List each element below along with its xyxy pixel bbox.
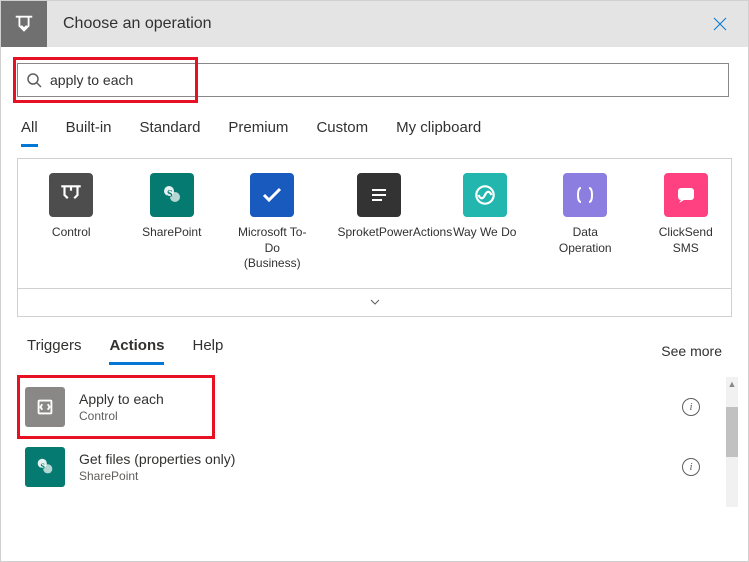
connector-label: Data Operation (550, 225, 621, 256)
dataoperation-icon (563, 173, 607, 217)
search-icon (26, 72, 42, 88)
sharepoint-icon: S (150, 173, 194, 217)
dialog-header: Choose an operation (1, 1, 748, 47)
category-tabs: All Built-in Standard Premium Custom My … (17, 119, 732, 148)
operation-header-icon (1, 1, 47, 47)
results-list: Apply to each Control i S Get files (pro… (17, 377, 732, 497)
dialog-body: All Built-in Standard Premium Custom My … (1, 47, 748, 497)
connector-control[interactable]: Control (36, 173, 107, 272)
results-tab-row: Triggers Actions Help See more (17, 337, 732, 365)
subtab-actions[interactable]: Actions (109, 337, 164, 365)
tab-premium[interactable]: Premium (228, 119, 288, 147)
result-subtitle: SharePoint (79, 469, 682, 483)
svg-text:S: S (40, 462, 45, 471)
svg-text:S: S (167, 189, 173, 200)
subtab-triggers[interactable]: Triggers (27, 337, 81, 365)
result-title: Get files (properties only) (79, 451, 682, 467)
waywedo-icon (463, 173, 507, 217)
connector-todo[interactable]: Microsoft To-Do (Business) (237, 173, 308, 272)
tab-all[interactable]: All (21, 119, 38, 147)
sproket-icon (357, 173, 401, 217)
dialog-title: Choose an operation (63, 15, 704, 33)
search-box[interactable] (17, 63, 729, 97)
search-input[interactable] (50, 72, 720, 88)
scroll-up-arrow[interactable]: ▲ (726, 377, 738, 391)
info-icon[interactable]: i (682, 458, 700, 476)
clicksend-icon (664, 173, 708, 217)
connectors-panel: Control S SharePoint Microsoft To-Do (Bu… (17, 158, 732, 289)
connector-label: SharePoint (137, 225, 208, 241)
see-more-link[interactable]: See more (661, 343, 722, 359)
connector-sharepoint[interactable]: S SharePoint (137, 173, 208, 272)
tab-custom[interactable]: Custom (316, 119, 368, 147)
control-icon (49, 173, 93, 217)
loop-icon (25, 387, 65, 427)
connector-clicksend[interactable]: ClickSend SMS (651, 173, 722, 272)
connector-label: Microsoft To-Do (Business) (237, 225, 308, 272)
sharepoint-icon: S (25, 447, 65, 487)
info-icon[interactable]: i (682, 398, 700, 416)
tab-myclipboard[interactable]: My clipboard (396, 119, 481, 147)
result-title: Apply to each (79, 391, 682, 407)
result-subtitle: Control (79, 409, 682, 423)
connector-label: Way We Do (450, 225, 521, 241)
close-button[interactable] (704, 8, 736, 40)
connector-waywedo[interactable]: Way We Do (450, 173, 521, 272)
result-get-files[interactable]: S Get files (properties only) SharePoint… (17, 437, 724, 497)
scrollbar-thumb[interactable] (726, 407, 738, 457)
scrollbar[interactable]: ▲ (726, 377, 738, 507)
connector-label: ClickSend SMS (651, 225, 722, 256)
chevron-down-icon (369, 296, 381, 308)
connector-dataoperation[interactable]: Data Operation (550, 173, 621, 272)
connector-label: Control (36, 225, 107, 241)
subtab-help[interactable]: Help (192, 337, 223, 365)
expand-connectors-button[interactable] (17, 289, 732, 317)
connector-sproket[interactable]: SproketPowerActions (338, 173, 420, 272)
result-apply-to-each[interactable]: Apply to each Control i (17, 377, 724, 437)
connector-label: SproketPowerActions (338, 225, 420, 241)
tab-standard[interactable]: Standard (140, 119, 201, 147)
todo-icon (250, 173, 294, 217)
tab-builtin[interactable]: Built-in (66, 119, 112, 147)
